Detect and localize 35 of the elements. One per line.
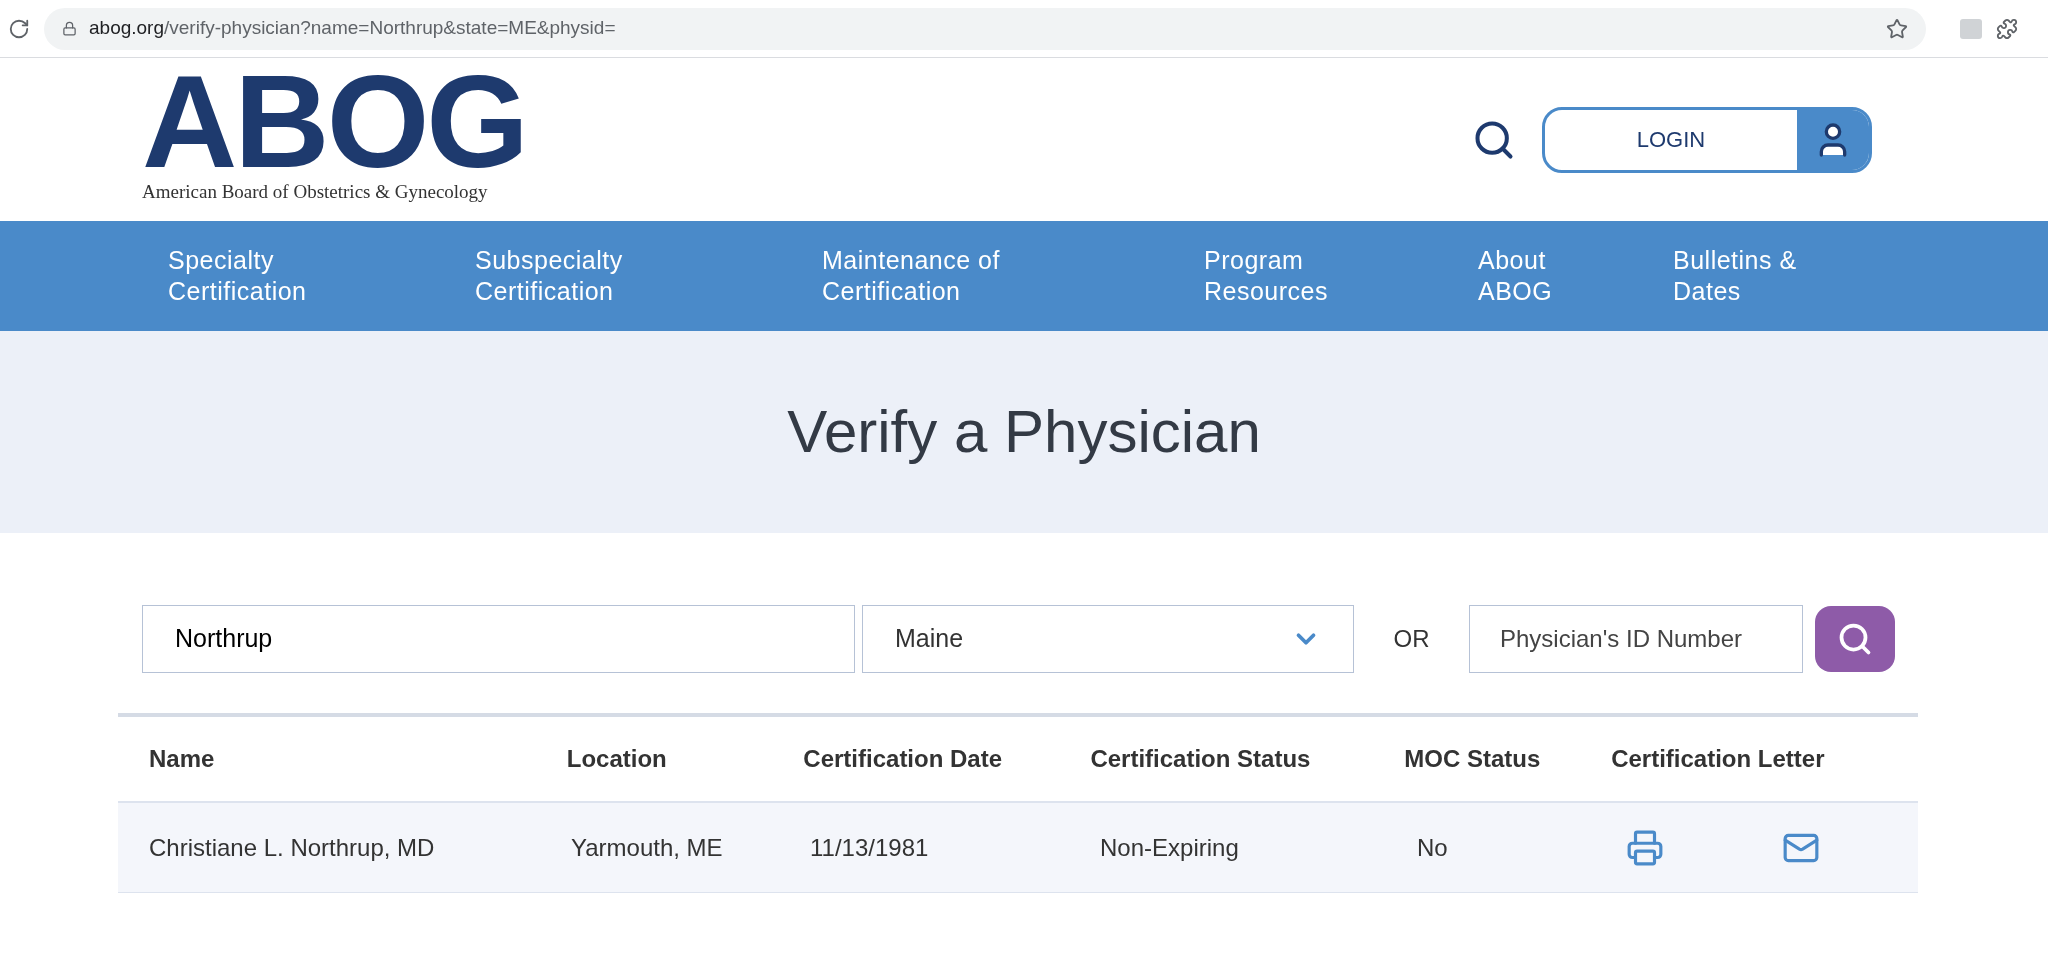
- nav-link[interactable]: Program Resources: [1204, 245, 1364, 307]
- column-header: Certification Letter: [1611, 744, 1826, 774]
- lock-icon: [62, 21, 77, 36]
- table-cell-text: Christiane L. Northrup, MD: [149, 832, 436, 863]
- search-button[interactable]: [1815, 606, 1895, 672]
- puzzle-icon[interactable]: [1996, 17, 2018, 40]
- nav-link[interactable]: Subspecialty Certification: [475, 245, 675, 307]
- logo-wordmark: ABOG: [142, 72, 526, 173]
- login-button[interactable]: LOGIN: [1542, 106, 1872, 173]
- page-title: Verify a Physician: [787, 397, 1261, 467]
- print-icon[interactable]: [1626, 828, 1664, 867]
- user-icon: [1797, 109, 1869, 170]
- state-select[interactable]: Maine: [862, 605, 1354, 673]
- column-header: Certification Status: [1090, 744, 1312, 774]
- logo-subtitle: American Board of Obstetrics & Gynecology: [142, 180, 489, 205]
- table-cell-text: 11/13/1981: [810, 832, 930, 863]
- table-cell-text: No: [1417, 832, 1449, 863]
- reload-icon[interactable]: [8, 17, 30, 40]
- column-header: Certification Date: [803, 744, 1004, 774]
- table-cell-text: Yarmouth, ME: [571, 832, 724, 863]
- search-icon: [1837, 621, 1873, 657]
- nav-link[interactable]: Bulletins & Dates: [1673, 245, 1833, 307]
- physician-id-field[interactable]: Physician's ID Number: [1469, 605, 1803, 673]
- column-header: Name: [149, 744, 216, 774]
- nav-link[interactable]: Specialty Certification: [168, 245, 348, 307]
- or-label: OR: [1392, 624, 1431, 654]
- column-header: MOC Status: [1404, 744, 1542, 774]
- table-cell-text: Non-Expiring: [1100, 832, 1240, 863]
- name-field[interactable]: Northrup: [142, 605, 855, 673]
- nav-link[interactable]: About ABOG: [1478, 245, 1588, 307]
- column-header: Location: [566, 744, 668, 774]
- nav-link[interactable]: Maintenance of Certification: [822, 245, 1042, 307]
- url-text: abog.org/verify-physician?name=Northrup&state=ME&physid=: [89, 16, 617, 41]
- address-bar[interactable]: abog.org/verify-physician?name=Northrup&state=ME&physid=: [44, 7, 1926, 50]
- star-icon[interactable]: [1886, 17, 1908, 40]
